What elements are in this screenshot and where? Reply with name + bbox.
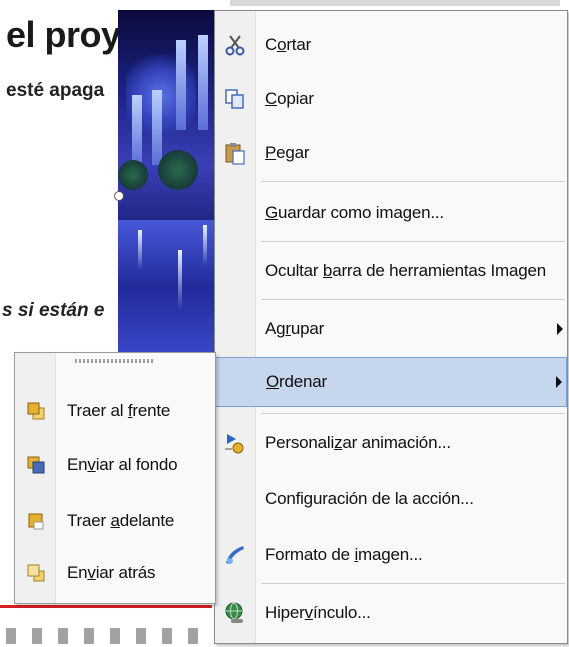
submenu-arrow-icon xyxy=(557,323,563,335)
custom-animation-icon xyxy=(223,431,247,455)
menu-item-label: Cortar xyxy=(265,35,312,54)
slide-top-rule xyxy=(230,0,560,6)
menu-item-label: Guardar como imagen... xyxy=(265,203,444,222)
slide-body-line: esté apaga xyxy=(6,80,105,101)
slide-red-rule xyxy=(0,605,212,608)
send-to-back-icon xyxy=(25,454,47,476)
menu-item-group[interactable]: Agrupar xyxy=(215,307,567,351)
menu-item-cut[interactable]: Cortar xyxy=(215,23,567,67)
menu-item-hide-picture-toolbar[interactable]: Ocultar barra de herramientas Imagen xyxy=(215,249,567,293)
submenu-item-label: Enviar atrás xyxy=(67,563,156,582)
menu-item-paste[interactable]: Pegar xyxy=(215,131,567,175)
bring-to-front-icon xyxy=(25,400,47,422)
menu-separator xyxy=(261,299,565,300)
context-menu: Cortar Copiar Pegar Guardar como imagen.… xyxy=(214,10,568,644)
submenu-drag-grip[interactable] xyxy=(75,359,155,363)
menu-separator xyxy=(261,241,565,242)
send-backward-icon xyxy=(25,562,47,584)
bring-forward-icon xyxy=(25,510,47,532)
menu-item-hyperlink[interactable]: Hipervínculo... xyxy=(215,591,567,635)
paste-icon xyxy=(223,141,247,165)
menu-item-label: Formato de imagen... xyxy=(265,545,423,564)
scissors-icon xyxy=(223,33,247,57)
menu-item-action-settings[interactable]: Configuración de la acción... xyxy=(215,477,567,521)
submenu-item-send-to-back[interactable]: Enviar al fondo xyxy=(15,445,215,485)
submenu-item-label: Traer adelante xyxy=(67,511,175,530)
hyperlink-icon xyxy=(223,601,247,625)
menu-separator xyxy=(261,181,565,182)
submenu-item-label: Enviar al fondo xyxy=(67,455,178,474)
submenu-arrow-icon xyxy=(556,376,562,388)
menu-separator xyxy=(261,413,565,414)
submenu-item-label: Traer al frente xyxy=(67,401,171,420)
menu-item-custom-animation[interactable]: Personalizar animación... xyxy=(215,421,567,465)
menu-item-label: Ordenar xyxy=(266,372,327,391)
resize-handle[interactable] xyxy=(114,191,124,201)
selected-picture[interactable] xyxy=(118,10,220,355)
menu-item-order[interactable]: Ordenar xyxy=(215,357,567,407)
menu-item-label: Copiar xyxy=(265,89,314,108)
slide-body-line-italic: s si están e xyxy=(2,300,105,321)
menu-item-label: Configuración de la acción... xyxy=(265,489,474,508)
submenu-item-send-backward[interactable]: Enviar atrás xyxy=(15,553,215,593)
format-picture-icon xyxy=(223,543,247,567)
copy-icon xyxy=(223,87,247,111)
menu-item-format-picture[interactable]: Formato de imagen... xyxy=(215,533,567,577)
slide-title-text: el proy xyxy=(6,14,121,55)
order-submenu: Traer al frente Enviar al fondo Traer ad… xyxy=(14,352,216,604)
menu-separator xyxy=(261,583,565,584)
menu-item-label: Agrupar xyxy=(265,319,325,338)
menu-item-copy[interactable]: Copiar xyxy=(215,77,567,121)
menu-item-label: Personalizar animación... xyxy=(265,433,451,452)
submenu-item-bring-to-front[interactable]: Traer al frente xyxy=(15,391,215,431)
menu-item-label: Pegar xyxy=(265,143,310,162)
submenu-item-bring-forward[interactable]: Traer adelante xyxy=(15,501,215,541)
menu-item-label: Ocultar barra de herramientas Imagen xyxy=(265,261,547,280)
menu-item-save-as-picture[interactable]: Guardar como imagen... xyxy=(215,191,567,235)
menu-item-label: Hipervínculo... xyxy=(265,603,371,622)
